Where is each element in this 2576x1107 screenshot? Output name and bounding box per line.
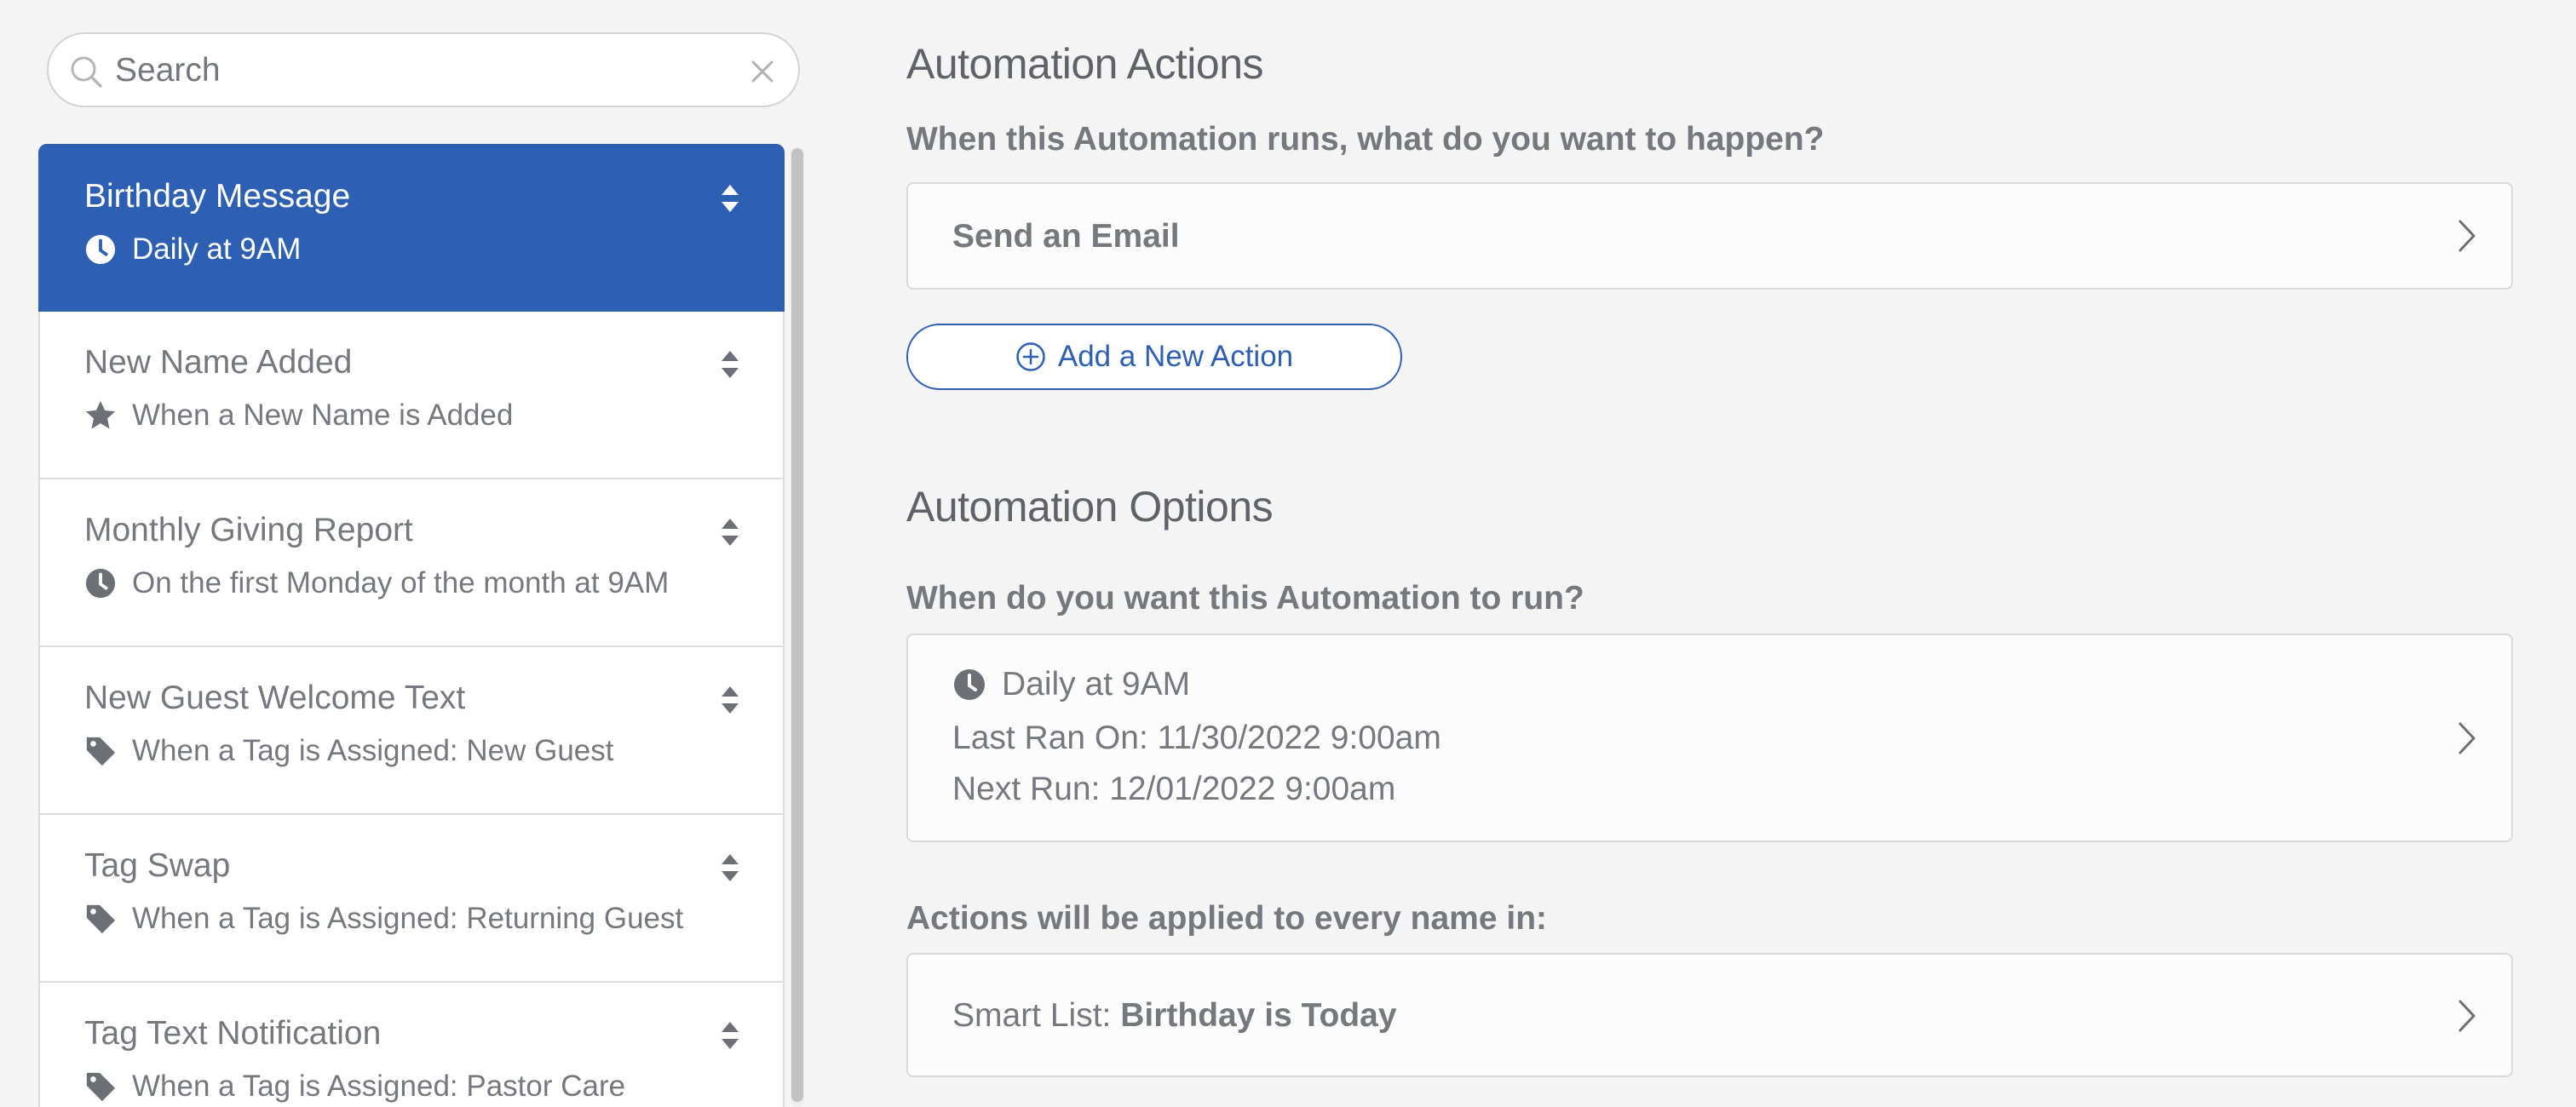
add-action-button[interactable]: Add a New Action xyxy=(906,324,1402,390)
next-run-text: Next Run: 12/01/2022 9:00am xyxy=(952,771,1396,807)
list-item[interactable]: New Name Added When a New Name is Added xyxy=(38,312,785,479)
schedule-frequency: Daily at 9AM xyxy=(1002,666,1191,703)
automation-title: Monthly Giving Report xyxy=(84,512,413,548)
chevron-right-icon xyxy=(2458,1000,2475,1032)
sort-icon[interactable] xyxy=(720,517,740,548)
automation-list: Birthday Message Daily at 9AM New Name A… xyxy=(38,144,785,1107)
star-icon xyxy=(85,400,116,429)
tag-icon xyxy=(86,904,116,934)
list-item[interactable]: Monthly Giving Report On the first Monda… xyxy=(38,479,785,647)
smart-list-card[interactable]: Smart List: Birthday is Today xyxy=(906,953,2513,1077)
list-item[interactable]: New Guest Welcome Text When a Tag is Ass… xyxy=(38,647,785,815)
schedule-question: When do you want this Automation to run? xyxy=(906,580,1584,617)
sort-icon[interactable] xyxy=(720,852,740,883)
scrollbar-thumb[interactable] xyxy=(791,148,803,1102)
clock-icon xyxy=(85,568,116,599)
list-item[interactable]: Tag Text Notification When a Tag is Assi… xyxy=(38,983,785,1107)
smart-list-prefix: Smart List: xyxy=(952,997,1121,1034)
smart-list-text: Smart List: Birthday is Today xyxy=(952,997,1397,1035)
search-input[interactable] xyxy=(113,43,713,99)
tag-icon xyxy=(86,1072,116,1102)
add-action-label: Add a New Action xyxy=(1057,340,1294,373)
tag-icon xyxy=(86,737,116,766)
options-heading: Automation Options xyxy=(906,483,1274,531)
applies-question: Actions will be applied to every name in… xyxy=(906,900,1548,937)
automation-trigger: When a New Name is Added xyxy=(132,399,514,432)
automation-title: New Guest Welcome Text xyxy=(84,680,466,716)
sort-icon[interactable] xyxy=(720,685,740,715)
clock-icon xyxy=(85,234,116,265)
list-item[interactable]: Tag Swap When a Tag is Assigned: Returni… xyxy=(38,815,785,983)
chevron-right-icon xyxy=(2458,220,2475,252)
sort-icon[interactable] xyxy=(720,1020,740,1051)
actions-question: When this Automation runs, what do you w… xyxy=(906,121,1825,158)
automation-title: Tag Text Notification xyxy=(84,1015,382,1052)
plus-circle-icon xyxy=(1016,342,1045,371)
close-icon[interactable] xyxy=(749,58,776,85)
sort-icon[interactable] xyxy=(720,349,740,380)
automation-trigger: When a Tag is Assigned: New Guest xyxy=(132,734,614,767)
action-label: Send an Email xyxy=(952,218,1180,255)
smart-list-name: Birthday is Today xyxy=(1120,997,1397,1034)
last-ran-text: Last Ran On: 11/30/2022 9:00am xyxy=(952,720,1441,756)
action-card-send-email[interactable]: Send an Email xyxy=(906,182,2513,290)
list-item[interactable]: Birthday Message Daily at 9AM xyxy=(38,144,785,312)
automation-title: Birthday Message xyxy=(84,178,351,215)
automation-trigger: When a Tag is Assigned: Pastor Care xyxy=(132,1070,626,1103)
automation-trigger: Daily at 9AM xyxy=(132,232,302,266)
search-box[interactable] xyxy=(47,32,800,107)
actions-heading: Automation Actions xyxy=(906,40,1264,88)
automation-trigger: When a Tag is Assigned: Returning Guest xyxy=(132,902,684,935)
sort-icon[interactable] xyxy=(720,183,740,214)
chevron-right-icon xyxy=(2458,722,2475,754)
schedule-card[interactable]: Daily at 9AM Last Ran On: 11/30/2022 9:0… xyxy=(906,634,2513,842)
automation-title: New Name Added xyxy=(84,344,353,381)
automation-title: Tag Swap xyxy=(84,847,231,884)
clock-icon xyxy=(954,669,985,700)
search-icon xyxy=(71,56,102,88)
automation-trigger: On the first Monday of the month at 9AM xyxy=(132,566,670,599)
